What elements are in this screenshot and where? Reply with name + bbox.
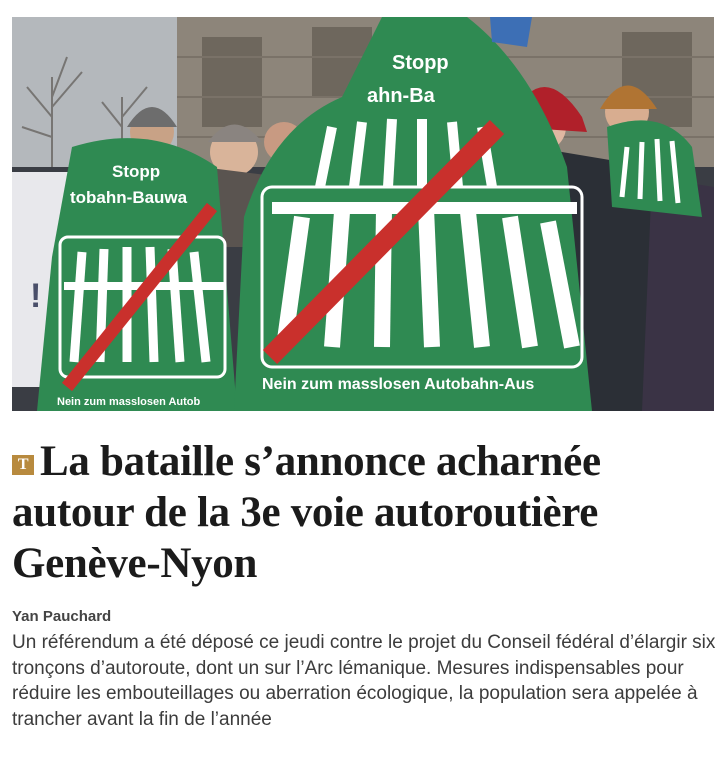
flag-right-stopp: Stopp [392,52,449,74]
back-banner-text: ! [30,277,41,315]
article-lead: Un référendum a été déposé ce jeudi cont… [12,632,716,730]
premium-badge-icon: T [12,455,34,475]
flag-left-line2: tobahn-Bauwa [70,188,188,207]
flag-left-stopp: Stopp [112,162,160,181]
headline-text: La bataille s’annonce acharnée autour de… [12,438,601,587]
flag-left-bottom: Nein zum masslosen Autob [57,396,201,408]
article-author[interactable]: Yan Pauchard [12,608,111,625]
flag-right-line2: ahn-Ba [367,85,436,107]
flag-right-bottom: Nein zum masslosen Autobahn-Aus [262,376,534,393]
article-headline[interactable]: T La bataille s’annonce acharnée autour d… [12,436,717,589]
flag-left: Stopp tobahn-Bauwa Nein zum masslosen Au… [37,138,237,411]
hero-photo: ! Stopp tobahn-Bauwa Nein zum masslosen … [12,17,714,411]
